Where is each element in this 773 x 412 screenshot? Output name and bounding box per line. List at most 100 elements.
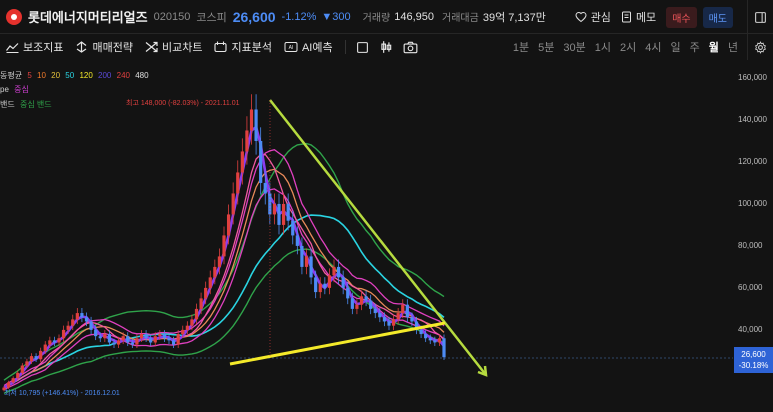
svg-text:AI: AI [289,45,294,51]
candle-body [130,342,134,345]
candle-body [199,298,203,309]
band-legend-label: 밴드 [0,100,15,109]
band-layer [3,142,445,395]
candle-body [263,182,267,194]
candle-body [116,340,121,345]
candle-body [25,361,29,366]
analysis-label: 지표분석 [231,42,272,54]
candle-body [103,334,107,339]
candle-body [272,203,277,215]
candle-body [66,325,70,330]
candle-body [309,256,313,278]
ai-predict-button[interactable]: AI AI예측 [284,39,333,55]
screenshot-button[interactable] [403,41,418,54]
period-week[interactable]: 주 [690,39,700,55]
y-tick-label: 40,000 [738,325,763,334]
panel-toggle-button[interactable] [747,0,773,34]
amount-label: 거래대금 [442,13,479,24]
analysis-button[interactable]: 지표분석 [214,39,272,55]
strategy-button[interactable]: 매매전략 [75,39,133,55]
y-tick-label: 80,000 [738,241,763,250]
price-tag-change: -30.18% [738,361,769,370]
company-logo [6,8,22,25]
candle-body [382,317,387,322]
candle-body [286,203,290,221]
candle-body [11,378,15,383]
period-2hour[interactable]: 2시 [620,39,636,55]
ma-period-240: 240 [116,71,130,80]
compare-label: 비교차트 [161,42,203,54]
y-tick-label: 60,000 [738,283,763,292]
period-1hour[interactable]: 1시 [595,39,611,55]
candle-body [364,296,368,301]
indicator-button[interactable]: 보조지표 [6,39,63,55]
buy-button[interactable]: 매수 [666,6,697,28]
envelope-mid-label: 중심 [14,85,29,94]
strategy-icon [77,41,87,53]
candle-body [112,342,116,345]
price-chart[interactable] [0,60,773,412]
candle-body [194,308,199,320]
trendline[interactable] [269,99,487,376]
strategy-label: 매매전략 [92,42,133,54]
candle-body [107,334,112,343]
period-day[interactable]: 일 [671,39,681,55]
period-selector: 1분 5분 30분 1시 2시 4시 일 주 월 년 [513,34,773,60]
band-legend[interactable]: 밴드 중심 밴드 [0,99,55,110]
volume-label: 거래량 [362,13,391,24]
period-1min[interactable]: 1분 [513,39,529,55]
candle-body [139,334,144,339]
change-percent: -1.12% [281,10,317,23]
watch-button[interactable]: 관심 [575,9,611,25]
candle-body [181,329,185,335]
chart-settings-button[interactable] [747,34,773,60]
period-year[interactable]: 년 [728,39,738,55]
current-price-tag: 26,600 -30.18% [734,347,773,373]
candle-body [332,266,336,276]
compare-icon [145,41,158,53]
compare-button[interactable]: 비교차트 [145,39,202,55]
candle-body [16,372,20,379]
candle-body [167,338,171,341]
candle-body [277,203,281,225]
candle-body [94,329,98,337]
candle-body [318,283,322,293]
candle-body [144,334,148,339]
gear-icon [755,40,766,54]
price-tag-value: 26,600 [741,350,766,359]
candle-body [346,287,350,299]
candle-body [121,336,125,341]
band-mid-label: 중심 밴드 [19,100,52,109]
period-month[interactable]: 월 [709,39,719,55]
analysis-icon [214,41,228,53]
candle-type-button[interactable] [379,40,393,54]
candle-body [323,283,327,288]
memo-button[interactable]: 메모 [621,9,656,25]
period-4hour[interactable]: 4시 [645,39,661,55]
ma-period-50: 50 [65,71,75,80]
ma-legend[interactable]: 동평균 5 10 20 50 120 200 240 480 [0,70,152,81]
candle-body [71,319,75,326]
candle-body [300,245,304,267]
candle-body [387,321,391,326]
candle-body [217,256,222,267]
current-price: 26,600 [232,8,276,25]
ma-period-5: 5 [27,71,32,80]
ma-legend-label: 동평균 [0,71,23,80]
toolbar-divider [344,40,346,54]
stock-header: 롯데에너지머티리얼즈 020150 코스피 26,600 -1.12% ▼300… [0,0,773,34]
candle-body [236,172,240,194]
envelope-legend[interactable]: pe 중심 [0,84,32,95]
period-5min[interactable]: 5분 [538,39,554,55]
candle-body [249,109,254,131]
candle-body [75,313,79,320]
volume-value: 146,950 [394,10,435,23]
candle-body [437,338,442,343]
period-30min[interactable]: 30분 [563,39,585,55]
fullscreen-button[interactable] [356,41,369,54]
sell-button[interactable]: 매도 [702,6,733,28]
stock-name[interactable]: 롯데에너지머티리얼즈 [28,7,148,26]
candle-body [34,356,38,360]
amount-value: 39억 7,137만 [482,11,546,24]
candle-body [355,304,359,309]
